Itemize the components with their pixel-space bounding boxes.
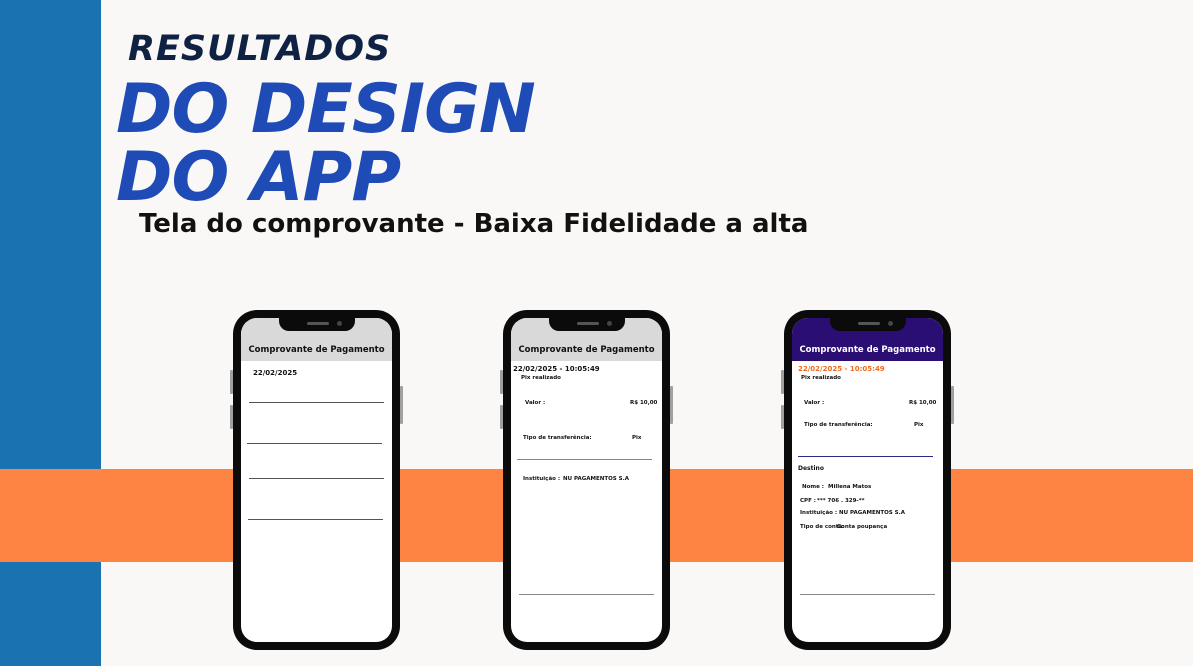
value-label: Valor :	[525, 400, 546, 406]
transfer-type-value: Pix	[632, 435, 642, 441]
receipt-datetime: 22/02/2025 - 10:05:49	[513, 365, 600, 373]
volume-up-button	[781, 370, 784, 394]
speaker-icon	[307, 322, 329, 325]
receipt-date: 22/02/2025	[253, 369, 298, 377]
phone-notch	[830, 318, 906, 331]
phone-notch	[549, 318, 625, 331]
phone-screen: Comprovante de Pagamento 22/02/2025	[241, 318, 392, 642]
divider-line	[519, 594, 654, 595]
receipt-title: Comprovante de Pagamento	[248, 345, 385, 355]
left-blue-bar	[0, 0, 101, 666]
power-button	[951, 386, 954, 424]
title-do-design: DO DESIGN	[116, 70, 536, 149]
placeholder-line	[247, 443, 382, 444]
phone-notch	[279, 318, 355, 331]
pix-status: Pix realizado	[801, 375, 841, 381]
receipt-datetime: 22/02/2025 - 10:05:49	[798, 365, 885, 373]
volume-down-button	[781, 405, 784, 429]
power-button	[400, 386, 403, 424]
value-label: Valor :	[804, 400, 825, 406]
volume-up-button	[500, 370, 503, 394]
placeholder-line	[248, 519, 383, 520]
institution-value: NU PAGAMENTOS S.A	[563, 476, 629, 482]
name-value: Millena Matos	[828, 484, 872, 490]
volume-down-button	[230, 405, 233, 429]
phone-high-fidelity: Comprovante de Pagamento 22/02/2025 - 10…	[781, 310, 954, 650]
title-resultados: RESULTADOS	[128, 29, 392, 69]
speaker-icon	[577, 322, 599, 325]
transfer-type-label: Tipo de transferência:	[804, 422, 873, 428]
institution-label: Instituição :	[523, 476, 561, 482]
title-do-app: DO APP	[116, 138, 401, 217]
placeholder-line	[249, 402, 384, 403]
cpf-label: CPF :	[800, 498, 816, 504]
value-amount: R$ 10,00	[909, 400, 937, 406]
destination-title: Destino	[798, 465, 824, 472]
camera-icon	[337, 321, 342, 326]
receipt-header: Comprovante de Pagamento	[792, 318, 943, 361]
speaker-icon	[858, 322, 880, 325]
cpf-value: *** 706 . 329-**	[817, 498, 865, 504]
orange-stripe-left	[0, 469, 101, 562]
institution-label: Instituição :	[800, 510, 838, 516]
name-label: Nome :	[802, 484, 824, 490]
value-amount: R$ 10,00	[630, 400, 658, 406]
account-type-value: Conta poupança	[837, 524, 888, 530]
institution-value: NU PAGAMENTOS S.A	[839, 510, 905, 516]
pix-status: Pix realizado	[521, 375, 561, 381]
divider-line	[800, 594, 935, 595]
receipt-title: Comprovante de Pagamento	[799, 345, 936, 355]
subtitle: Tela do comprovante - Baixa Fidelidade a…	[139, 209, 809, 239]
receipt-header: Comprovante de Pagamento	[511, 318, 662, 361]
phone-low-fidelity: Comprovante de Pagamento 22/02/2025	[230, 310, 403, 650]
phone-screen: Comprovante de Pagamento 22/02/2025 - 10…	[511, 318, 662, 642]
power-button	[670, 386, 673, 424]
transfer-type-label: Tipo de transferência:	[523, 435, 592, 441]
divider-line	[517, 459, 652, 460]
volume-down-button	[500, 405, 503, 429]
receipt-title: Comprovante de Pagamento	[518, 345, 655, 355]
divider-line	[798, 456, 933, 457]
camera-icon	[607, 321, 612, 326]
placeholder-line	[249, 478, 384, 479]
phone-mid-fidelity: Comprovante de Pagamento 22/02/2025 - 10…	[500, 310, 673, 650]
transfer-type-value: Pix	[914, 422, 924, 428]
receipt-header: Comprovante de Pagamento	[241, 318, 392, 361]
volume-up-button	[230, 370, 233, 394]
phone-screen: Comprovante de Pagamento 22/02/2025 - 10…	[792, 318, 943, 642]
camera-icon	[888, 321, 893, 326]
